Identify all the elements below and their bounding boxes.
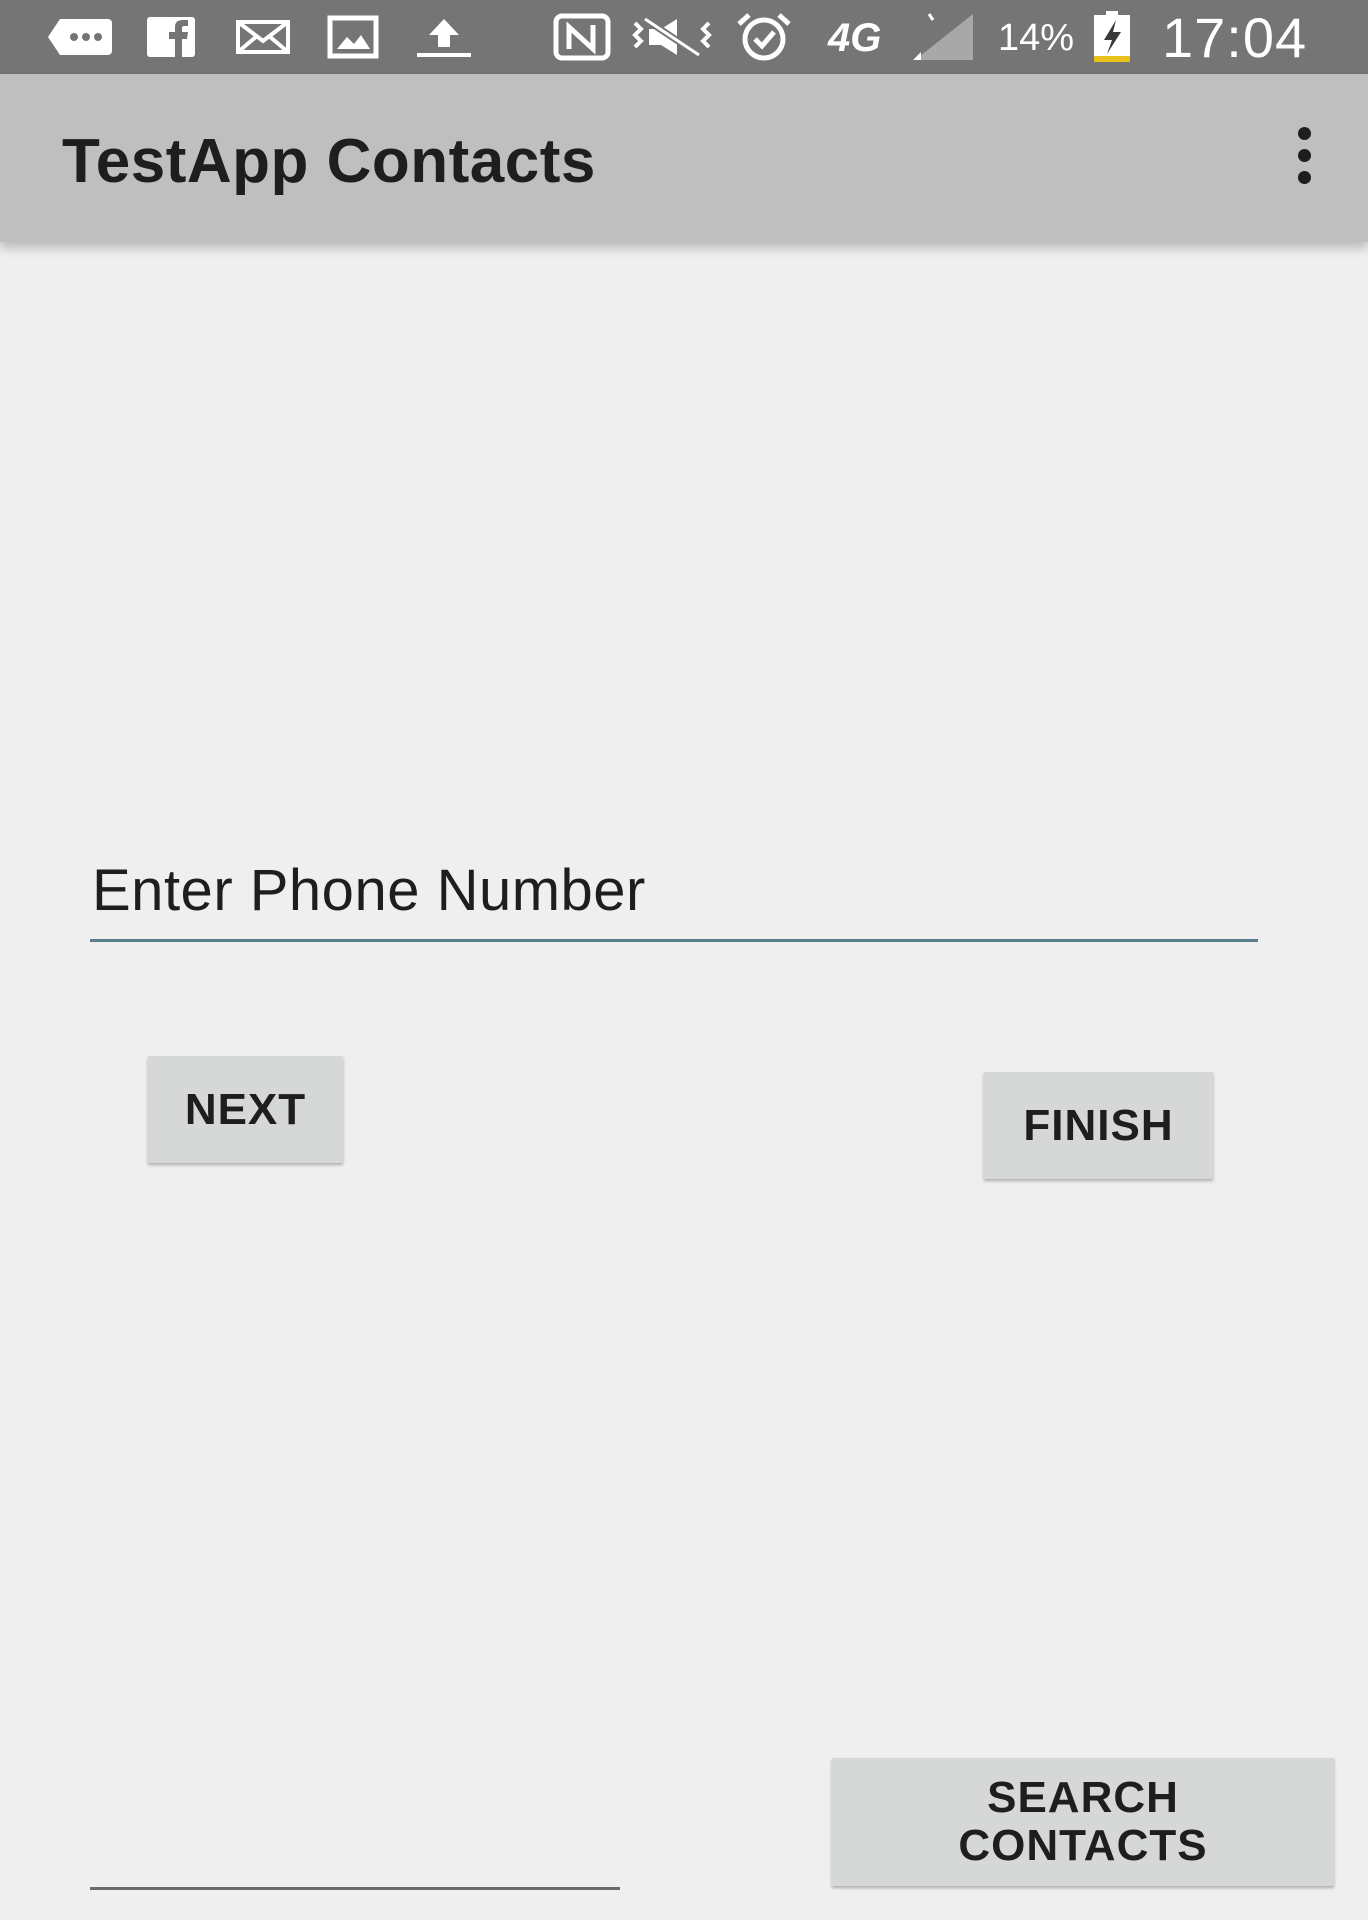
- status-bar: 4G 14% 17:04: [0, 0, 1368, 74]
- alarm-icon: [734, 0, 794, 74]
- bottom-text-input[interactable]: [90, 1790, 620, 1886]
- app-title: TestApp Contacts: [62, 127, 596, 196]
- vibrate-mute-icon: [626, 0, 718, 74]
- app-bar: TestApp Contacts: [0, 74, 1368, 242]
- finish-button[interactable]: FINISH: [984, 1072, 1213, 1179]
- next-button[interactable]: NEXT: [148, 1056, 343, 1163]
- phone-number-field[interactable]: [90, 840, 1258, 942]
- phone-input-underline: [90, 939, 1258, 942]
- phone-number-input[interactable]: [90, 840, 1258, 940]
- search-contacts-label-line1: SEARCH: [987, 1773, 1179, 1822]
- image-icon: [326, 0, 380, 74]
- facebook-icon: [144, 0, 198, 74]
- clock: 17:04: [1162, 6, 1308, 69]
- search-contacts-label-line2: CONTACTS: [958, 1821, 1208, 1870]
- network-4g-icon: 4G: [828, 16, 882, 60]
- bottom-input-underline: [90, 1887, 620, 1890]
- upload-icon: [414, 0, 474, 74]
- chat-bubble-icon: [44, 0, 116, 74]
- nfc-icon: [552, 0, 612, 74]
- mail-icon: [234, 0, 292, 74]
- bottom-text-field[interactable]: [90, 1790, 620, 1890]
- battery-percent: 14%: [998, 17, 1075, 59]
- battery-charging-icon: [1090, 0, 1134, 74]
- more-vert-icon[interactable]: [1278, 120, 1330, 190]
- search-contacts-button[interactable]: SEARCH CONTACTS: [832, 1758, 1334, 1886]
- signal-icon: [910, 0, 976, 74]
